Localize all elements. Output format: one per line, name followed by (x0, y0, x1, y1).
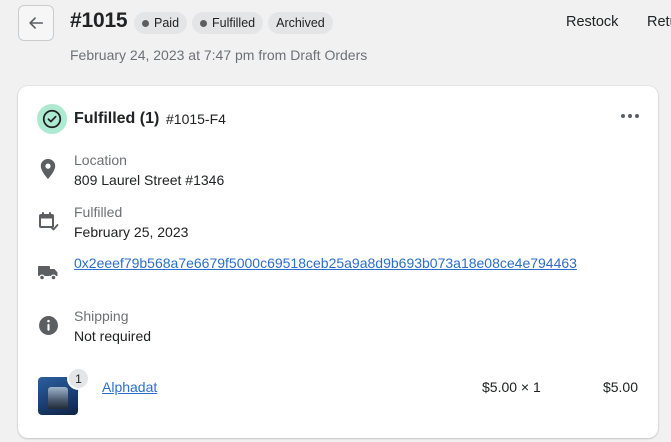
archived-badge: Archived (268, 12, 333, 34)
dot-icon (628, 114, 632, 118)
archived-badge-label: Archived (276, 16, 325, 30)
fulfilled-status-icon (37, 104, 67, 134)
calendar-check-icon (37, 210, 59, 232)
quantity-badge: 1 (67, 367, 90, 390)
status-dot-icon (200, 19, 208, 27)
shipping-label: Shipping (74, 308, 129, 324)
truck-icon (37, 262, 59, 284)
product-image-figure (48, 387, 68, 409)
fulfilled-badge: Fulfilled (192, 12, 264, 34)
fulfilled-label: Fulfilled (74, 204, 123, 220)
location-pin-icon (37, 158, 59, 180)
check-circle-icon (42, 109, 62, 129)
fulfillment-card: Fulfilled (1) #1015-F4 Location 809 Laur… (18, 86, 658, 438)
order-subtitle: February 24, 2023 at 7:47 pm from Draft … (70, 47, 368, 63)
location-value: 809 Laurel Street #1346 (74, 172, 225, 188)
product-link[interactable]: Alphadat (102, 379, 157, 395)
arrow-left-icon (29, 17, 44, 29)
unit-price: $5.00 × 1 (482, 379, 541, 395)
dot-icon (635, 114, 639, 118)
location-label: Location (74, 152, 127, 168)
fulfillment-id: #1015-F4 (166, 111, 226, 127)
tracking-link[interactable]: 0x2eeef79b568a7e6679f5000c69518ceb25a9a8… (74, 255, 577, 271)
info-icon (37, 314, 59, 336)
more-actions-button[interactable] (616, 106, 644, 126)
fulfilled-badge-label: Fulfilled (212, 16, 256, 30)
status-dot-icon (142, 19, 149, 27)
line-total: $5.00 (602, 379, 638, 395)
paid-badge-label: Paid (154, 16, 180, 30)
back-button[interactable] (18, 5, 54, 41)
fulfilled-date: February 25, 2023 (74, 224, 189, 240)
restock-button[interactable]: Restock (566, 14, 618, 30)
fulfillment-title: Fulfilled (1) (74, 110, 160, 127)
paid-badge: Paid (134, 12, 188, 34)
return-button[interactable]: Return (647, 14, 671, 30)
order-number: #1015 (70, 9, 128, 32)
shipping-value: Not required (74, 328, 152, 344)
status-badges: Paid Fulfilled Archived (134, 12, 333, 34)
dot-icon (621, 114, 625, 118)
